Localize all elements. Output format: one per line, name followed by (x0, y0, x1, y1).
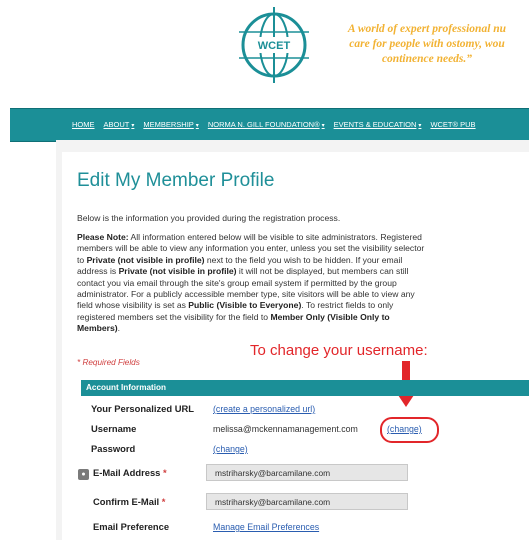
required-fields-note: * Required Fields (77, 358, 140, 367)
wcet-logo[interactable]: WCET (233, 4, 315, 86)
change-password-link[interactable]: (change) (213, 444, 248, 454)
manage-email-preferences-link[interactable]: Manage Email Preferences (213, 522, 319, 532)
site-header: WCET A world of expert professional nu c… (0, 0, 529, 100)
username-label: Username (91, 423, 137, 434)
account-information-header: Account Information (81, 380, 529, 396)
nav-item-events-education[interactable]: EVENTS & EDUCATION ▾ (334, 120, 431, 129)
email-address-label: E-Mail Address * (93, 467, 167, 478)
create-personal-url-link[interactable]: (create a personalized url) (213, 404, 315, 414)
username-value: melissa@mckennamanagement.com (213, 424, 358, 434)
nav-item-membership[interactable]: MEMBERSHIP ▾ (143, 120, 207, 129)
tagline: A world of expert professional nu care f… (347, 23, 507, 65)
note-line: contact you via email through the site's… (77, 277, 397, 288)
note-line: Members). (77, 323, 120, 334)
nav-item-home[interactable]: HOME (72, 120, 104, 129)
personal-url-label: Your Personalized URL (91, 403, 194, 414)
nav-item-norma-n-gill-foundation[interactable]: NORMA N. GILL FOUNDATION® ▾ (208, 120, 334, 129)
chevron-down-icon: ▾ (131, 123, 135, 129)
note-line: field whose visibility is set as Public … (77, 300, 394, 311)
annotation-circle (380, 417, 439, 443)
nav-item-about[interactable]: ABOUT ▾ (104, 120, 144, 129)
email-address-input[interactable]: mstriharsky@barcamilane.com (206, 464, 408, 481)
page-title: Edit My Member Profile (77, 170, 275, 191)
profile-page: Edit My Member Profile Below is the info… (62, 152, 529, 540)
note-line: registered members set the visibility fo… (77, 311, 390, 322)
nav-items: HOME ABOUT ▾ MEMBERSHIP ▾ NORMA N. GILL FOUND… (72, 120, 485, 129)
logo-wordmark: WCET (258, 40, 291, 52)
confirm-email-label: Confirm E-Mail * (93, 496, 166, 507)
note-line: administrator. For a publicly accessible… (77, 289, 415, 300)
chevron-down-icon: ▾ (418, 123, 422, 129)
note-line: to Private (not visible in profile) next… (77, 254, 403, 265)
annotation-text: To change your username: (250, 342, 428, 359)
main-nav: HOME ABOUT ▾ MEMBERSHIP ▾ NORMA N. GILL FOUND… (10, 108, 529, 142)
note-line: Please Note: All information entered bel… (77, 232, 422, 242)
password-label: Password (91, 443, 136, 454)
chevron-down-icon: ▾ (195, 123, 199, 129)
nav-item-wcet-pub[interactable]: WCET® PUB (430, 120, 484, 129)
chevron-down-icon: ▾ (321, 123, 325, 129)
lock-icon[interactable]: ● (78, 469, 89, 480)
note-line: members will be able to view any informa… (77, 243, 425, 254)
note-line: address is Private (not visible in profi… (77, 266, 409, 277)
intro-text: Below is the information you provided du… (77, 213, 341, 223)
visibility-note: Please Note: All information entered bel… (77, 232, 489, 335)
confirm-email-input[interactable]: mstriharsky@barcamilane.com (206, 493, 408, 510)
email-preference-label: Email Preference (93, 521, 170, 532)
